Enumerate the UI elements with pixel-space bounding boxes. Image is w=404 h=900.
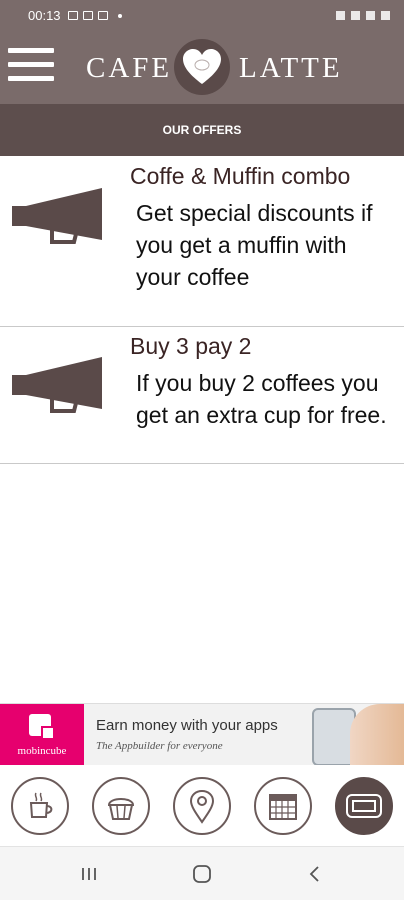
gallery-notification-icon [67, 11, 78, 20]
home-button[interactable] [187, 861, 217, 887]
offer-description: Get special discounts if you get a muffi… [136, 200, 373, 290]
offer-description: If you buy 2 coffees you get an extra cu… [136, 370, 387, 428]
hamburger-menu-button[interactable] [8, 46, 54, 83]
tab-location[interactable] [173, 777, 231, 835]
calendar-icon [269, 794, 297, 820]
laptop-notification-icon [82, 11, 93, 20]
tab-muffin[interactable] [92, 777, 150, 835]
bottom-tab-bar [0, 765, 404, 846]
muffin-icon [107, 798, 135, 820]
ad-banner[interactable]: mobincube Earn money with your apps The … [0, 703, 404, 766]
megaphone-icon [12, 188, 102, 244]
app-header: CAFE LATTE [0, 31, 404, 104]
app-screen: 00:13 CAFE LATTE OUR OFFERS Coffe & Muff… [0, 0, 404, 900]
status-time: 00:13 [28, 8, 61, 23]
back-icon [309, 866, 319, 882]
brand-name-left: CAFE [86, 52, 173, 84]
menu-bar-icon [8, 62, 54, 67]
cafe-heart-logo-icon [174, 39, 230, 95]
home-icon [193, 865, 211, 883]
wifi-icon [351, 11, 360, 20]
tab-calendar[interactable] [254, 777, 312, 835]
tab-offers[interactable] [335, 777, 393, 835]
ad-headline: Earn money with your apps [96, 717, 278, 734]
offer-title: Coffe & Muffin combo [130, 163, 351, 189]
menu-bar-icon [8, 76, 54, 81]
recent-apps-button[interactable] [74, 861, 104, 887]
brand-name-right: LATTE [239, 52, 343, 84]
recent-apps-icon [82, 868, 96, 880]
back-button[interactable] [300, 861, 330, 887]
mobincube-square-small-icon [41, 726, 55, 740]
mobincube-logo: mobincube [0, 704, 84, 766]
status-dot-icon [117, 13, 122, 18]
page-title-bar: OUR OFFERS [0, 104, 404, 156]
megaphone-icon [12, 357, 102, 413]
tab-coffee[interactable] [11, 777, 69, 835]
heart-icon [183, 49, 221, 84]
mute-icon [336, 11, 345, 20]
offer-title: Buy 3 pay 2 [130, 333, 252, 359]
map-pin-icon [189, 789, 215, 824]
offer-item[interactable]: Coffe & Muffin combo Get special discoun… [0, 156, 404, 327]
mail-notification-icon [97, 11, 108, 20]
android-navigation-bar [0, 846, 404, 900]
status-system-icons [336, 11, 390, 20]
battery-icon [381, 11, 390, 20]
page-title: OUR OFFERS [162, 123, 242, 137]
menu-bar-icon [8, 48, 54, 53]
person-photo [350, 704, 404, 766]
status-notification-icons [67, 11, 108, 20]
ad-brand: mobincube [17, 745, 67, 757]
ticket-icon [346, 794, 382, 818]
offer-item[interactable]: Buy 3 pay 2 If you buy 2 coffees you get… [0, 327, 404, 464]
coffee-cup-icon [29, 792, 53, 818]
ad-subline: The Appbuilder for everyone [96, 740, 223, 752]
signal-icon [366, 11, 375, 20]
status-bar: 00:13 [0, 0, 404, 31]
